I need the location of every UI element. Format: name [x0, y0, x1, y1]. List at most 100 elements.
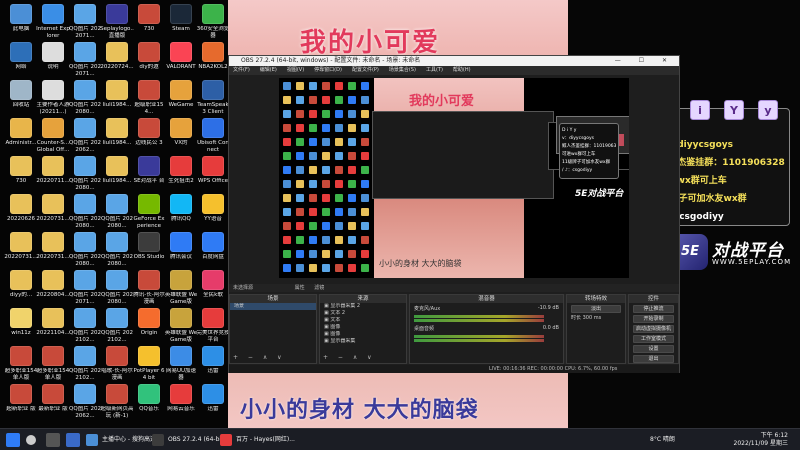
source-item[interactable]: ▣ 图像 [320, 324, 406, 331]
desktop-icon[interactable]: WeGame [164, 80, 198, 115]
desktop-icon[interactable]: QQ图片 2022062... [68, 118, 102, 153]
source-item[interactable]: ▣ 显示器采集 [320, 338, 406, 345]
task-view-icon[interactable] [46, 433, 60, 447]
desktop-icon[interactable]: 20220711... [36, 156, 70, 191]
menu-item[interactable]: 停靠窗口(D) [314, 67, 342, 73]
desktop-icon[interactable]: liuli1984... [100, 80, 134, 115]
control-button[interactable]: 工作室模式 [633, 335, 674, 343]
desktop-icon[interactable]: QQ图片 2022080... [68, 194, 102, 229]
desktop-icon[interactable]: 20220626 [4, 194, 38, 229]
desktop-icon[interactable]: liuli1984... [100, 156, 134, 191]
desktop-icon[interactable]: Administr... [4, 118, 38, 153]
desktop-icon[interactable]: 20220724... [100, 42, 134, 77]
desktop-icon[interactable]: 生死狙击2 [164, 156, 198, 191]
desktop-icon[interactable]: 超多职业154 单人版 [4, 346, 38, 381]
desktop-icon[interactable]: QQ图片 2022080... [68, 156, 102, 191]
desktop-icon[interactable]: 网易UU加速器 [164, 346, 198, 381]
desktop-icon[interactable]: QQ图片 2022102... [68, 308, 102, 343]
desktop-icon[interactable]: NBA2KOL2 [196, 42, 230, 77]
desktop-icon[interactable]: 唱歌-长-阿尔 漫画 [100, 346, 134, 381]
desktop-icon[interactable]: 回收站 [4, 80, 38, 115]
desktop-icon[interactable]: SE对战平 台 [132, 156, 166, 191]
window-controls[interactable]: — ☐ ✕ [615, 56, 675, 66]
desktop-icon[interactable]: QQ音乐 [132, 384, 166, 419]
desktop-icon[interactable]: 此电脑 [4, 4, 38, 39]
desktop-icon[interactable]: 主要作者人游 (20211...) [36, 80, 70, 115]
desktop-icon[interactable]: QQ图片 2022080... [100, 232, 134, 267]
scenes-footer-buttons[interactable]: + − ∧ ∨ [233, 354, 286, 361]
obs-titlebar[interactable]: OBS 27.2.4 (64-bit, windows) - 配置文件: 未命名… [229, 56, 679, 66]
source-item[interactable]: ▣ 显示器采集 2 [320, 303, 406, 310]
desktop-icon[interactable]: Counter-S... Global Off... [36, 118, 70, 153]
desktop-icon[interactable]: win11z [4, 308, 38, 343]
desktop-icon[interactable]: 超级职业15 4... [132, 80, 166, 115]
desktop-icon[interactable]: 20220731... [36, 194, 70, 229]
desktop-icon[interactable]: QQ图片 2022080... [68, 232, 102, 267]
mic-volume-slider[interactable] [414, 319, 544, 322]
desktop-icon[interactable]: VALORANT [164, 42, 198, 77]
desktop-icon[interactable]: YY语音 [196, 194, 230, 229]
menu-item[interactable]: 场景集合(S) [389, 67, 416, 73]
desktop-icon[interactable]: PotPlayer 64 bit [132, 346, 166, 381]
desktop-icon[interactable]: QQ图片 2022080... [100, 194, 134, 229]
desktop-icon[interactable]: 网易云音乐 [164, 384, 198, 419]
source-item[interactable]: ▣ 图像 [320, 331, 406, 338]
desktop-icon[interactable]: 迅雷 [196, 346, 230, 381]
desktop-icon[interactable]: 20220804... [36, 270, 70, 305]
menu-item[interactable]: 配置文件(P) [352, 67, 379, 73]
desktop-icon[interactable]: TeamSpeak 3 Client [196, 80, 230, 115]
desktop-icon[interactable]: 超新职业 版 [4, 384, 38, 419]
taskbar-task[interactable]: 百万 - Hayes(网红)... [218, 431, 295, 449]
control-button[interactable]: 退出 [633, 355, 674, 363]
search-icon[interactable] [26, 435, 36, 445]
filters-tab[interactable]: 滤镜 [314, 285, 324, 291]
properties-tab[interactable]: 属性 [295, 285, 305, 291]
desktop-icon[interactable]: QQ图片 2022071... [68, 4, 102, 39]
desktop-icon[interactable]: Internet Explorer [36, 4, 70, 39]
desktop-icon[interactable]: Steam [164, 4, 198, 39]
desktop-icon[interactable]: liuli1984... [100, 118, 134, 153]
sources-footer-buttons[interactable]: + − ∧ ∨ [323, 354, 376, 361]
desktop-volume-slider[interactable] [414, 339, 544, 342]
desktop-icon[interactable]: Origin [132, 308, 166, 343]
menu-item[interactable]: 文件(F) [233, 67, 250, 73]
desktop-icon[interactable]: QQ图片 2022102... [100, 308, 134, 343]
transition-select[interactable]: 淡出 [571, 305, 621, 313]
desktop-icon[interactable]: 腾讯会议 [164, 232, 198, 267]
source-item[interactable]: ▣ 文本 2 [320, 310, 406, 317]
desktop-icon[interactable]: 超多职业154 单人版 [36, 346, 70, 381]
menu-item[interactable]: 工具(T) [426, 67, 443, 73]
control-button[interactable]: 启动虚拟摄像机 [633, 325, 674, 333]
desktop-icon[interactable]: 20220731... [4, 232, 38, 267]
scene-item[interactable]: 场景 [230, 303, 316, 310]
desktop-icon[interactable]: VX的 [164, 118, 198, 153]
desktop-icon[interactable]: 730 [132, 4, 166, 39]
desktop-icon[interactable]: 说明 [36, 42, 70, 77]
desktop-icon[interactable]: 360安全浏览器 [196, 4, 230, 39]
desktop-icon[interactable]: QQ图片 2022071... [68, 42, 102, 77]
weather-widget[interactable]: 8°C 晴朗 [650, 432, 675, 448]
desktop-icon[interactable]: 英雄联盟 WeGame版 [164, 270, 198, 305]
desktop-icon[interactable]: QQ图片 2022080... [100, 270, 134, 305]
desktop-icon[interactable]: diy的邀 [132, 42, 166, 77]
desktop-icon[interactable]: Ubisoft Connect [196, 118, 230, 153]
desktop-icon[interactable]: 腾讯QQ [164, 194, 198, 229]
desktop-icon[interactable]: GeForce Experience [132, 194, 166, 229]
desktop-icon[interactable]: QQ图片 2022080... [68, 80, 102, 115]
clock[interactable]: 下午 6:12 2022/11/09 星期三 [734, 432, 789, 448]
control-button[interactable]: 设置 [633, 345, 674, 353]
menu-item[interactable]: 帮助(H) [453, 67, 471, 73]
desktop-icon[interactable]: WPS Office [196, 156, 230, 191]
desktop-icon[interactable]: 20220731... [36, 232, 70, 267]
menu-item[interactable]: 视图(V) [287, 67, 304, 73]
control-button[interactable]: 停止推流 [633, 305, 674, 313]
obs-preview-canvas[interactable]: 我的小可爱 D i Y y v：diyycsgoys 鲸人杰鉴挂群：11019063… [279, 78, 629, 278]
desktop-icon[interactable]: 超级新网页高 玩 (新-1) [100, 384, 134, 419]
desktop-icon[interactable]: 迅雷 [196, 384, 230, 419]
desktop-icon[interactable]: 完美世界竞技 平台 [196, 308, 230, 343]
obs-window[interactable]: OBS 27.2.4 (64-bit, windows) - 配置文件: 未命名… [228, 55, 680, 373]
control-button[interactable]: 开始录制 [633, 315, 674, 323]
file-explorer-icon[interactable] [66, 433, 80, 447]
duration-value[interactable]: 300 ms [583, 315, 602, 321]
desktop-icon[interactable]: OBS Studio [132, 232, 166, 267]
